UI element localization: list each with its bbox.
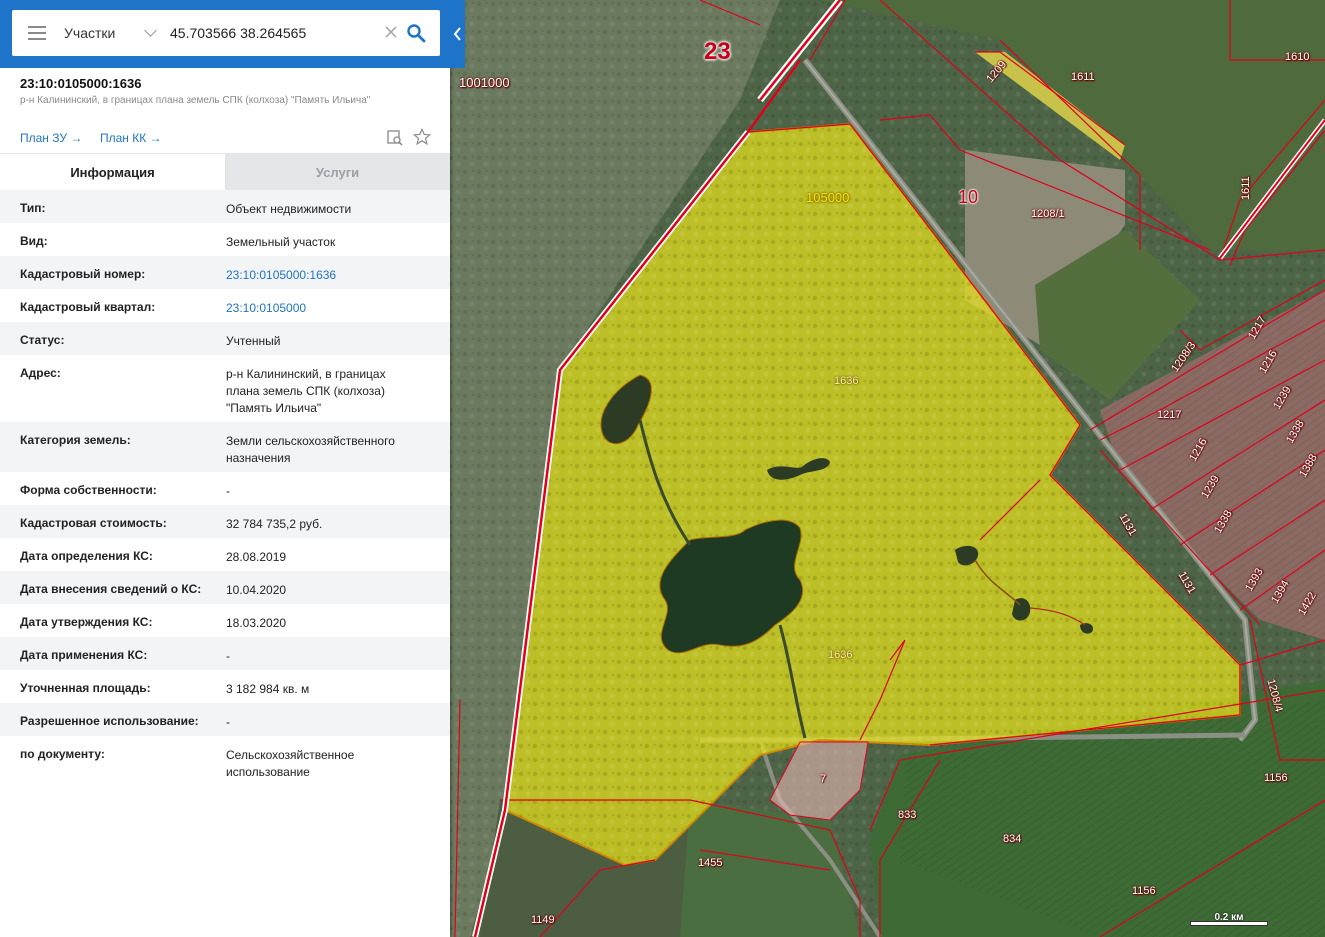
info-panel: 23:10:0105000:1636 р-н Калининский, в гр… <box>0 0 450 937</box>
property-row: по документу: Сельскохозяйственное испол… <box>0 736 450 786</box>
property-value: р-н Калининский, в границах плана земель… <box>226 367 386 415</box>
property-row: Форма собственности: - <box>0 472 450 505</box>
property-key: Статус: <box>20 333 65 347</box>
cadastral-number-link[interactable]: 23:10:0105000:1636 <box>226 267 426 284</box>
property-key: Дата утверждения КС: <box>20 615 153 629</box>
property-value: Сельскохозяйственное использование <box>226 748 355 779</box>
property-key: Форма собственности: <box>20 483 157 497</box>
property-row: Адрес: р-н Калининский, в границах плана… <box>0 355 450 422</box>
collapse-panel-icon[interactable] <box>450 12 465 56</box>
property-value: 3 182 984 кв. м <box>226 682 310 696</box>
property-row: Дата внесения сведений о КС: 10.04.2020 <box>0 571 450 604</box>
property-value: 18.03.2020 <box>226 616 287 630</box>
object-number: 23:10:0105000:1636 <box>20 76 142 91</box>
parcel-label: 1149 <box>531 914 555 926</box>
property-row: Разрешенное использование: - <box>0 703 450 736</box>
properties-table: Тип: Объект недвижимости Вид: Земельный … <box>0 190 450 786</box>
property-key: Дата внесения сведений о КС: <box>20 582 202 596</box>
property-key: Дата определения КС: <box>20 549 153 563</box>
clear-icon[interactable] <box>384 25 398 39</box>
property-row: Статус: Учтенный <box>0 322 450 355</box>
parcel-label: 1217 <box>1157 409 1182 421</box>
property-row: Тип: Объект недвижимости <box>0 190 450 223</box>
property-value: 32 784 735,2 руб. <box>226 517 323 531</box>
property-value: 28.08.2019 <box>226 550 287 564</box>
property-key: Разрешенное использование: <box>20 714 199 728</box>
tab-services[interactable]: Услуги <box>225 154 450 191</box>
parcel-label: 1611 <box>1240 176 1252 200</box>
property-key: Дата применения КС: <box>20 648 148 662</box>
property-row: Кадастровый номер: 23:10:0105000:1636 <box>0 256 450 289</box>
property-row: Категория земель: Земли сельскохозяйстве… <box>0 422 450 472</box>
property-row: Вид: Земельный участок <box>0 223 450 256</box>
property-value: Земельный участок <box>226 235 336 249</box>
quarter-label: 105000 <box>806 190 850 205</box>
map-scale: 0.2 км <box>1190 912 1268 926</box>
property-row: Уточненная площадь: 3 182 984 кв. м <box>0 670 450 703</box>
plan-kk-link[interactable]: План КК → <box>100 131 162 145</box>
property-key: Уточненная площадь: <box>20 681 151 695</box>
property-row: Дата определения КС: 28.08.2019 <box>0 538 450 571</box>
search-icon[interactable] <box>406 23 426 43</box>
district-label-10: 10 <box>958 187 979 207</box>
object-address: р-н Калининский, в границах плана земель… <box>20 95 371 106</box>
parcel-label: 1611 <box>1071 71 1095 83</box>
property-row: Дата утверждения КС: 18.03.2020 <box>0 604 450 637</box>
parcel-label: 1156 <box>1264 772 1288 784</box>
property-value: Земли сельскохозяйственного назначения <box>226 434 395 465</box>
zoom-to-object-icon[interactable] <box>387 130 403 146</box>
parcel-label: 1636 <box>828 649 853 661</box>
parcel-label: 1636 <box>834 375 859 387</box>
property-value: 10.04.2020 <box>226 583 287 597</box>
property-key: по документу: <box>20 747 105 761</box>
property-value: Объект недвижимости <box>226 202 352 216</box>
property-key: Кадастровая стоимость: <box>20 516 167 530</box>
property-key: Тип: <box>20 201 46 215</box>
parcel-label: 833 <box>898 809 917 821</box>
parcel-label: 1156 <box>1132 885 1156 897</box>
parcel-label: 1208/1 <box>1031 208 1065 220</box>
search-bar: Участки <box>0 0 465 68</box>
property-key: Кадастровый номер: <box>20 267 146 281</box>
parcel-label: 7 <box>820 773 827 785</box>
property-key: Категория земель: <box>20 433 131 447</box>
property-key: Вид: <box>20 234 48 248</box>
search-input[interactable] <box>170 10 370 56</box>
district-label-23: 23 <box>704 38 731 65</box>
property-value: Учтенный <box>226 334 281 348</box>
scale-bar <box>1190 921 1268 926</box>
menu-icon[interactable] <box>28 26 46 40</box>
property-key: Кадастровый квартал: <box>20 300 156 314</box>
parcel-label: 834 <box>1003 833 1022 845</box>
parcel-label: 1610 <box>1285 51 1310 63</box>
property-value: - <box>226 715 230 729</box>
tab-information[interactable]: Информация <box>0 154 225 191</box>
property-value: - <box>226 484 230 498</box>
quarter-label: 1001000 <box>459 75 510 90</box>
property-row: Кадастровый квартал: 23:10:0105000 <box>0 289 450 322</box>
property-key: Адрес: <box>20 366 61 380</box>
parcel-label: 1455 <box>698 857 723 869</box>
property-row: Дата применения КС: - <box>0 637 450 670</box>
property-value: - <box>226 649 230 663</box>
search-box: Участки <box>12 10 440 56</box>
cadastral-quarter-link[interactable]: 23:10:0105000 <box>226 300 426 317</box>
property-row: Кадастровая стоимость: 32 784 735,2 руб. <box>0 505 450 538</box>
plan-zu-link[interactable]: План ЗУ → <box>20 131 82 145</box>
tab-bar: Информация Услуги <box>0 153 450 191</box>
favorite-star-icon[interactable] <box>413 128 431 146</box>
